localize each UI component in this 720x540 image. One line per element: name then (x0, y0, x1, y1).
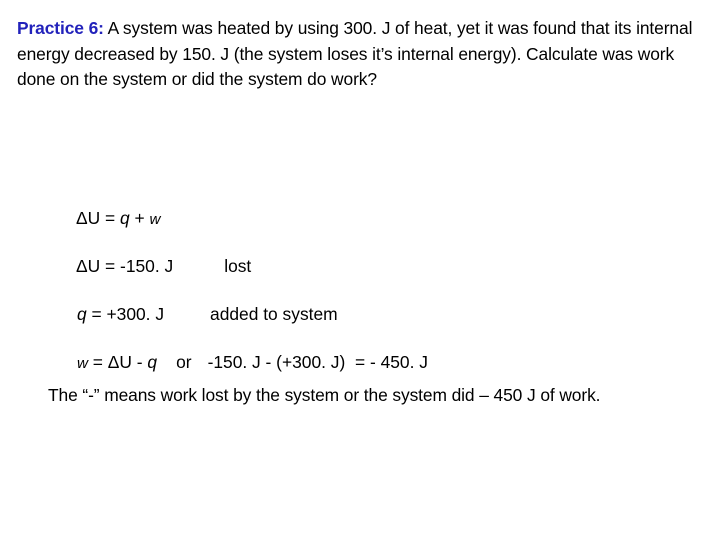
solution-line-q-value: q = +300. J added to system (48, 284, 688, 332)
variable-q: q (77, 304, 87, 324)
work-expression: = ΔU - (87, 352, 148, 372)
solution-line-work-equation: w = ΔU - q or -150. J - (+300. J) = - 450.… (48, 332, 688, 380)
slide-canvas: Practice 6: A system was heated by using… (0, 0, 720, 540)
problem-text: A system was heated by using 300. J of h… (17, 18, 693, 89)
q-note: added to system (210, 304, 338, 324)
q-expression: = +300. J (86, 304, 165, 324)
work-calculation: -150. J - (+300. J) = - 450. J (207, 352, 428, 372)
delta-u-expression: ΔU = -150. J (76, 256, 174, 276)
equation-operator: + (129, 208, 150, 228)
solution-line-general-equation: ΔU = q + w (48, 188, 688, 236)
solution-block: ΔU = q + w ΔU = -150. J lost q = +300. J a… (48, 188, 688, 380)
connector-or: or (176, 352, 192, 372)
variable-q: q (120, 208, 130, 228)
variable-w: w (77, 355, 88, 372)
closing-explanation: The “-” means work lost by the system or… (48, 385, 601, 405)
variable-q: q (147, 352, 158, 372)
variable-w: w (149, 211, 161, 228)
problem-label: Practice 6: (17, 18, 104, 38)
delta-u-note: lost (224, 256, 252, 276)
equation-lhs: ΔU = (76, 208, 121, 228)
solution-line-delta-u-value: ΔU = -150. J lost (48, 236, 688, 284)
problem-statement: Practice 6: A system was heated by using… (17, 16, 703, 93)
